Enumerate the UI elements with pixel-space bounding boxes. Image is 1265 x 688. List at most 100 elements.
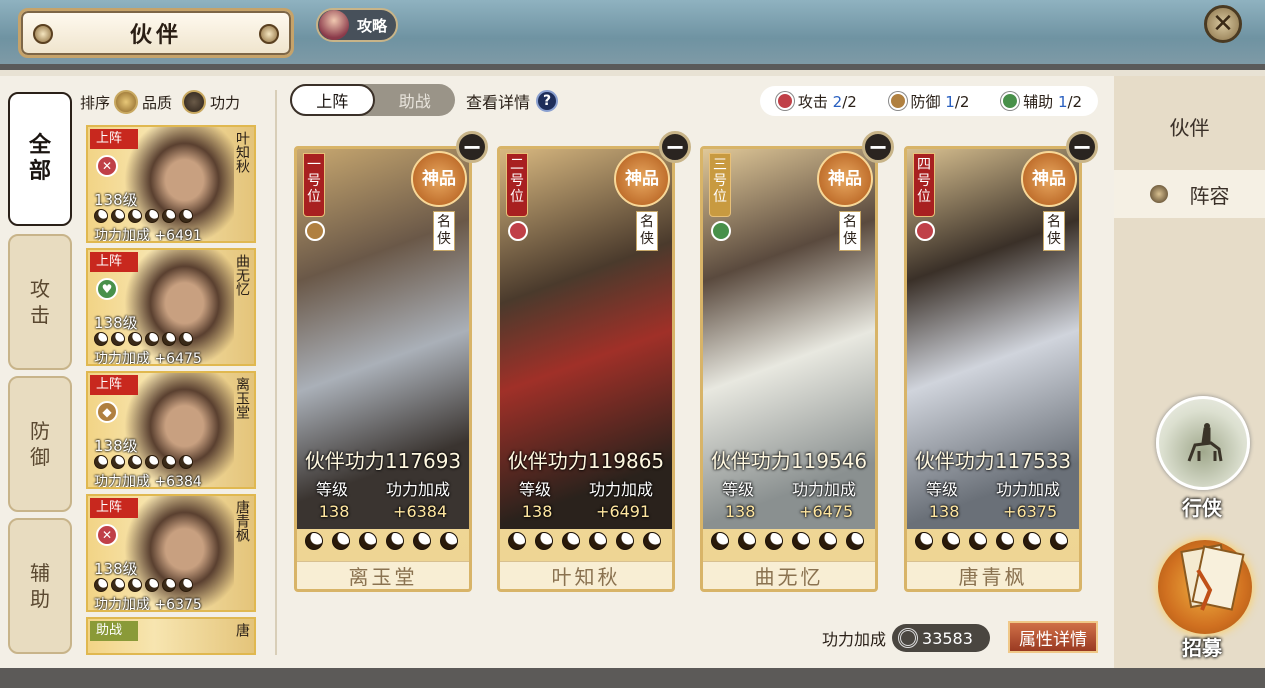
view-details-label: 查看详情: [466, 93, 531, 112]
guide-button[interactable]: 攻略: [316, 8, 398, 42]
stat-labels: 等级 功力加成: [518, 480, 653, 499]
filter-tab-all[interactable]: 全部: [8, 92, 72, 226]
filter-tab-attack[interactable]: 攻击: [8, 234, 72, 370]
status-badge: 上阵: [90, 498, 138, 518]
tab-on-field[interactable]: 上阵: [290, 84, 375, 116]
rank-emblem: 神品: [614, 151, 670, 207]
partner-name: 叶知秋: [500, 561, 672, 589]
partner-list-item[interactable]: 上阵 ✕ 唐青枫 138级 功力加成 +6375: [86, 494, 256, 612]
star-pips: [94, 578, 193, 592]
partner-level: 138级: [94, 314, 138, 332]
stat-values: 138 +6491: [521, 502, 651, 521]
lineup-card[interactable]: 三号位 神品 名侠 伙伴功力119546 等级 功力加成 138 +6475 曲无忆: [700, 146, 878, 592]
partner-list-item[interactable]: 助战 唐: [86, 617, 256, 655]
lineup-card[interactable]: 二号位 神品 名侠伙伴功力119865 等级 功力加成 138 +6491 叶知秋: [497, 146, 675, 592]
card-stats: 伙伴功力119865 等级 功力加成 138 +6491: [500, 445, 672, 521]
title-tag: 名侠: [636, 211, 658, 251]
tab-partners[interactable]: 伙伴: [1114, 102, 1265, 150]
slot-label: 二号位: [506, 153, 528, 217]
partner-name: 唐: [234, 623, 250, 637]
title-tag: 名侠: [1043, 211, 1065, 251]
partner-name: 曲无忆: [234, 254, 250, 296]
rank-emblem: 神品: [411, 151, 467, 207]
card-stats: 伙伴功力119546 等级 功力加成 138 +6475: [703, 445, 875, 521]
partner-list-item[interactable]: 上阵 ◆ 离玉堂 138级 功力加成 +6384: [86, 371, 256, 489]
status-badge: 上阵: [90, 129, 138, 149]
status-badge: 上阵: [90, 252, 138, 272]
title-tag: 名侠: [433, 211, 455, 251]
rank-emblem: 神品: [1021, 151, 1077, 207]
title-tag: 名侠: [839, 211, 861, 251]
filter-tab-support[interactable]: 辅助: [8, 518, 72, 654]
total-bonus-label: 功力加成: [822, 630, 887, 649]
remove-partner-button[interactable]: −: [456, 131, 488, 163]
role-icon: [915, 221, 935, 241]
partner-power-bonus: 功力加成 +6491: [94, 228, 202, 243]
stat-values: 138 +6384: [318, 502, 448, 521]
tab-assist[interactable]: 助战: [375, 84, 456, 116]
tab-lineup[interactable]: 阵容: [1114, 170, 1265, 218]
partner-level: 138级: [94, 191, 138, 209]
star-pips: [508, 532, 661, 550]
sort-quality-radio[interactable]: [114, 90, 139, 114]
guide-label: 攻略: [357, 16, 388, 35]
status-badge: 上阵: [90, 375, 138, 395]
lineup-card[interactable]: 一号位 神品 名侠 伙伴功力117693 等级 功力加成 138 +6384 离玉堂: [294, 146, 472, 592]
slot-label: 四号位: [913, 153, 935, 217]
tab-partners-label: 伙伴: [1169, 115, 1210, 140]
ornament-icon: [33, 24, 53, 44]
partner-power-bonus: 功力加成 +6375: [94, 597, 202, 612]
sort-quality-label: 品质: [142, 93, 173, 112]
attribute-details-button[interactable]: 属性详情: [1008, 621, 1098, 653]
ornament-icon: [259, 24, 279, 44]
partner-name: 离玉堂: [297, 561, 469, 589]
support-count: 辅助 1/2: [1001, 91, 1082, 112]
support-role-icon: [1001, 91, 1020, 110]
close-button[interactable]: ✕: [1204, 5, 1242, 43]
recruit-cards-icon: [1180, 543, 1245, 611]
recruit-label: 招募: [1182, 636, 1222, 660]
help-icon[interactable]: ?: [536, 90, 559, 112]
partner-level: 138级: [94, 560, 138, 578]
sort-row: 排序 品质 功力: [80, 90, 240, 114]
filter-tab-label: 防御: [30, 419, 50, 469]
card-stats: 伙伴功力117693 等级 功力加成 138 +6384: [297, 445, 469, 521]
partner-name: 曲无忆: [703, 561, 875, 589]
partner-power: 伙伴功力117533: [914, 449, 1072, 473]
stat-values: 138 +6475: [724, 502, 854, 521]
role-icon: [711, 221, 731, 241]
filter-tab-defense[interactable]: 防御: [8, 376, 72, 512]
partner-list-item[interactable]: 上阵 ✕ 叶知秋 138级 功力加成 +6491: [86, 125, 256, 243]
filter-tab-label: 攻击: [30, 277, 50, 327]
star-pips: [94, 332, 193, 346]
lineup-card[interactable]: 四号位 神品 名侠 伙伴功力117533 等级 功力加成 138 +6375 唐青枫: [904, 146, 1082, 592]
support-role-icon: ♥: [96, 278, 118, 300]
partner-list-item[interactable]: 上阵 ♥ 曲无忆 138级 功力加成 +6475: [86, 248, 256, 366]
sort-label: 排序: [80, 93, 111, 112]
attack-role-icon: [775, 91, 794, 110]
status-badge: 助战: [90, 621, 138, 641]
attack-role-icon: ✕: [96, 155, 118, 177]
wander-label: 行侠: [1182, 496, 1222, 520]
defense-role-icon: ◆: [96, 401, 118, 423]
stat-values: 138 +6375: [928, 502, 1058, 521]
partner-power: 伙伴功力117693: [304, 449, 462, 473]
title-plate: 伙伴: [18, 8, 294, 58]
lineup-tab-icon: [1149, 185, 1168, 203]
remove-partner-button[interactable]: −: [862, 131, 894, 163]
recruit-button[interactable]: [1158, 540, 1252, 634]
partner-power: 伙伴功力119865: [507, 449, 665, 473]
remove-partner-button[interactable]: −: [1066, 131, 1098, 163]
guide-avatar-icon: [319, 10, 349, 40]
wander-button[interactable]: [1156, 396, 1250, 490]
role-counts: 攻击 2/2 防御 1/2 辅助 1/2: [760, 86, 1098, 116]
view-details-link[interactable]: 查看详情 ?: [466, 89, 559, 113]
gear-icon: [898, 628, 919, 648]
partner-power-bonus: 功力加成 +6384: [94, 474, 202, 489]
star-pips: [94, 209, 193, 223]
sort-power-radio[interactable]: [182, 90, 207, 114]
tab-lineup-label: 阵容: [1189, 183, 1230, 208]
role-icon: [305, 221, 325, 241]
remove-partner-button[interactable]: −: [659, 131, 691, 163]
sort-power-label: 功力: [210, 93, 241, 112]
